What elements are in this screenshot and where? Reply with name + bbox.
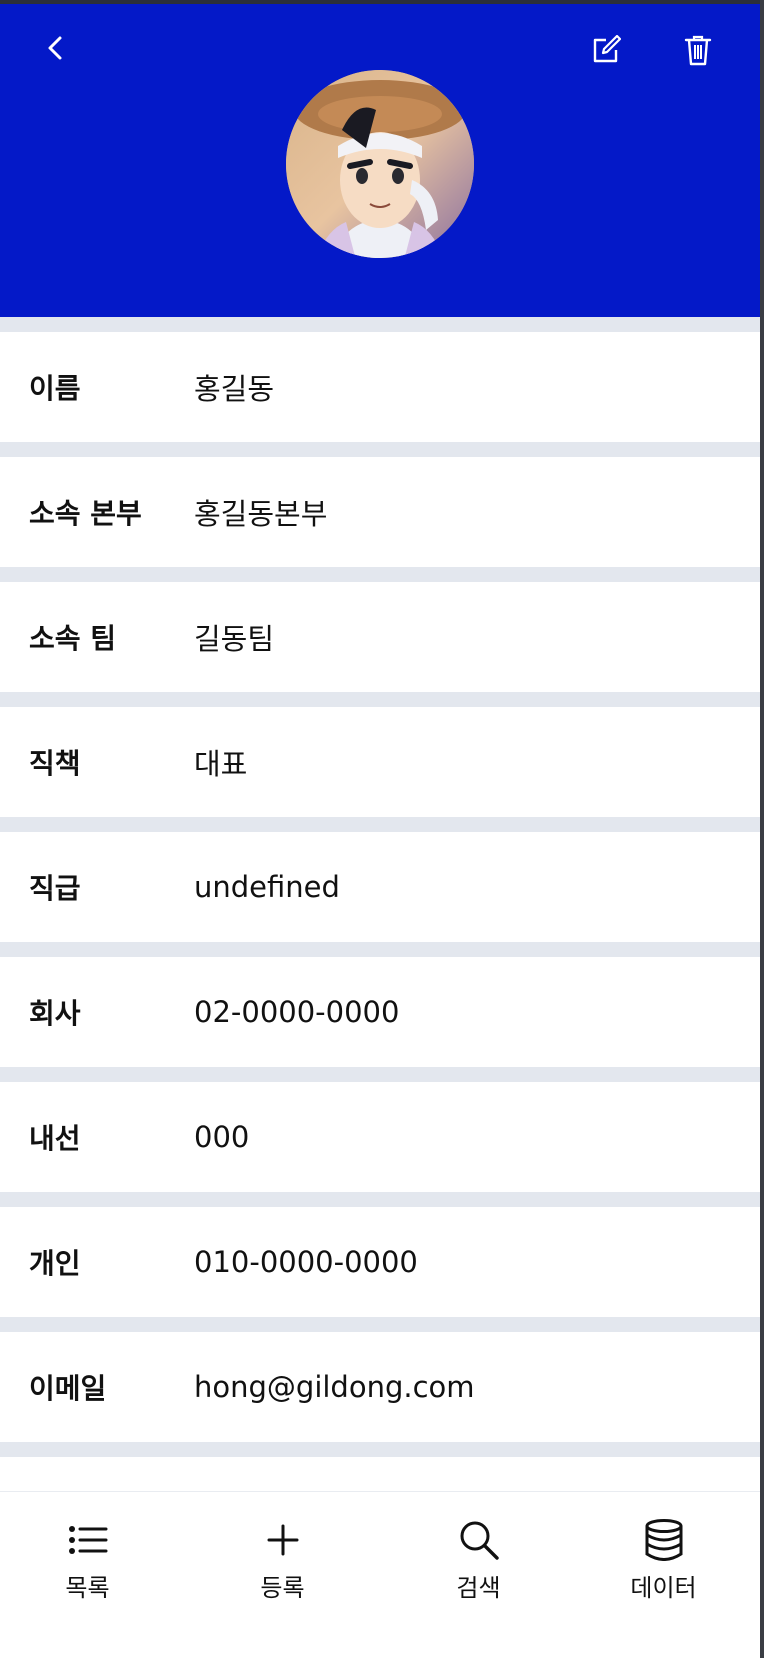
field-label: 소속 본부	[29, 497, 142, 530]
field-value: 홍길동	[194, 372, 275, 406]
field-label: 직책	[29, 747, 81, 780]
field-row-position: 직책 대표	[0, 707, 760, 817]
field-value: 홍길동본부	[194, 497, 328, 531]
profile-fields: 이름 홍길동 소속 본부 홍길동본부 소속 팀 길동팀 직책 대표 직급 und…	[0, 332, 760, 1517]
field-label: 직급	[29, 872, 81, 905]
nav-label: 검색	[456, 1574, 501, 1602]
field-value: 010-0000-0000	[194, 1245, 418, 1279]
field-row-company-phone: 회사 02-0000-0000	[0, 957, 760, 1067]
field-label: 소속 팀	[29, 622, 117, 655]
back-button[interactable]	[32, 24, 80, 72]
window-edge	[760, 0, 764, 1658]
profile-header	[0, 4, 760, 317]
field-value: undefined	[194, 870, 340, 904]
edit-icon	[593, 35, 621, 63]
database-icon	[642, 1518, 686, 1562]
trash-icon	[684, 35, 712, 66]
field-row-team: 소속 팀 길동팀	[0, 582, 760, 692]
nav-item-search[interactable]: 검색	[390, 1492, 567, 1658]
field-row-name: 이름 홍길동	[0, 332, 760, 442]
field-value: 길동팀	[194, 622, 275, 656]
field-value: 000	[194, 1120, 250, 1154]
edit-button[interactable]	[582, 26, 630, 74]
field-row-personal-phone: 개인 010-0000-0000	[0, 1207, 760, 1317]
nav-item-data[interactable]: 데이터	[567, 1492, 760, 1658]
field-value: hong@gildong.com	[194, 1370, 475, 1404]
profile-avatar	[286, 70, 474, 258]
field-label: 내선	[29, 1122, 81, 1155]
nav-label: 목록	[65, 1574, 110, 1602]
nav-label: 데이터	[630, 1574, 697, 1602]
field-label: 이메일	[29, 1372, 107, 1405]
field-row-email: 이메일 hong@gildong.com	[0, 1332, 760, 1442]
bottom-navigation: 목록 등록 검색 데이터	[0, 1491, 760, 1658]
delete-button[interactable]	[674, 26, 722, 74]
search-icon	[457, 1518, 501, 1562]
field-label: 회사	[29, 997, 81, 1030]
list-icon	[66, 1518, 110, 1562]
nav-label: 등록	[260, 1574, 305, 1602]
field-value: 02-0000-0000	[194, 995, 400, 1029]
nav-item-list[interactable]: 목록	[0, 1492, 175, 1658]
field-label: 이름	[29, 372, 81, 405]
field-value: 대표	[194, 747, 248, 781]
chevron-left-icon	[48, 36, 62, 60]
nav-item-register[interactable]: 등록	[175, 1492, 390, 1658]
field-label: 개인	[29, 1247, 81, 1280]
plus-icon	[261, 1518, 305, 1562]
field-row-extension: 내선 000	[0, 1082, 760, 1192]
field-row-rank: 직급 undefined	[0, 832, 760, 942]
profile-detail-screen: 이름 홍길동 소속 본부 홍길동본부 소속 팀 길동팀 직책 대표 직급 und…	[0, 0, 764, 1658]
field-row-division: 소속 본부 홍길동본부	[0, 457, 760, 567]
